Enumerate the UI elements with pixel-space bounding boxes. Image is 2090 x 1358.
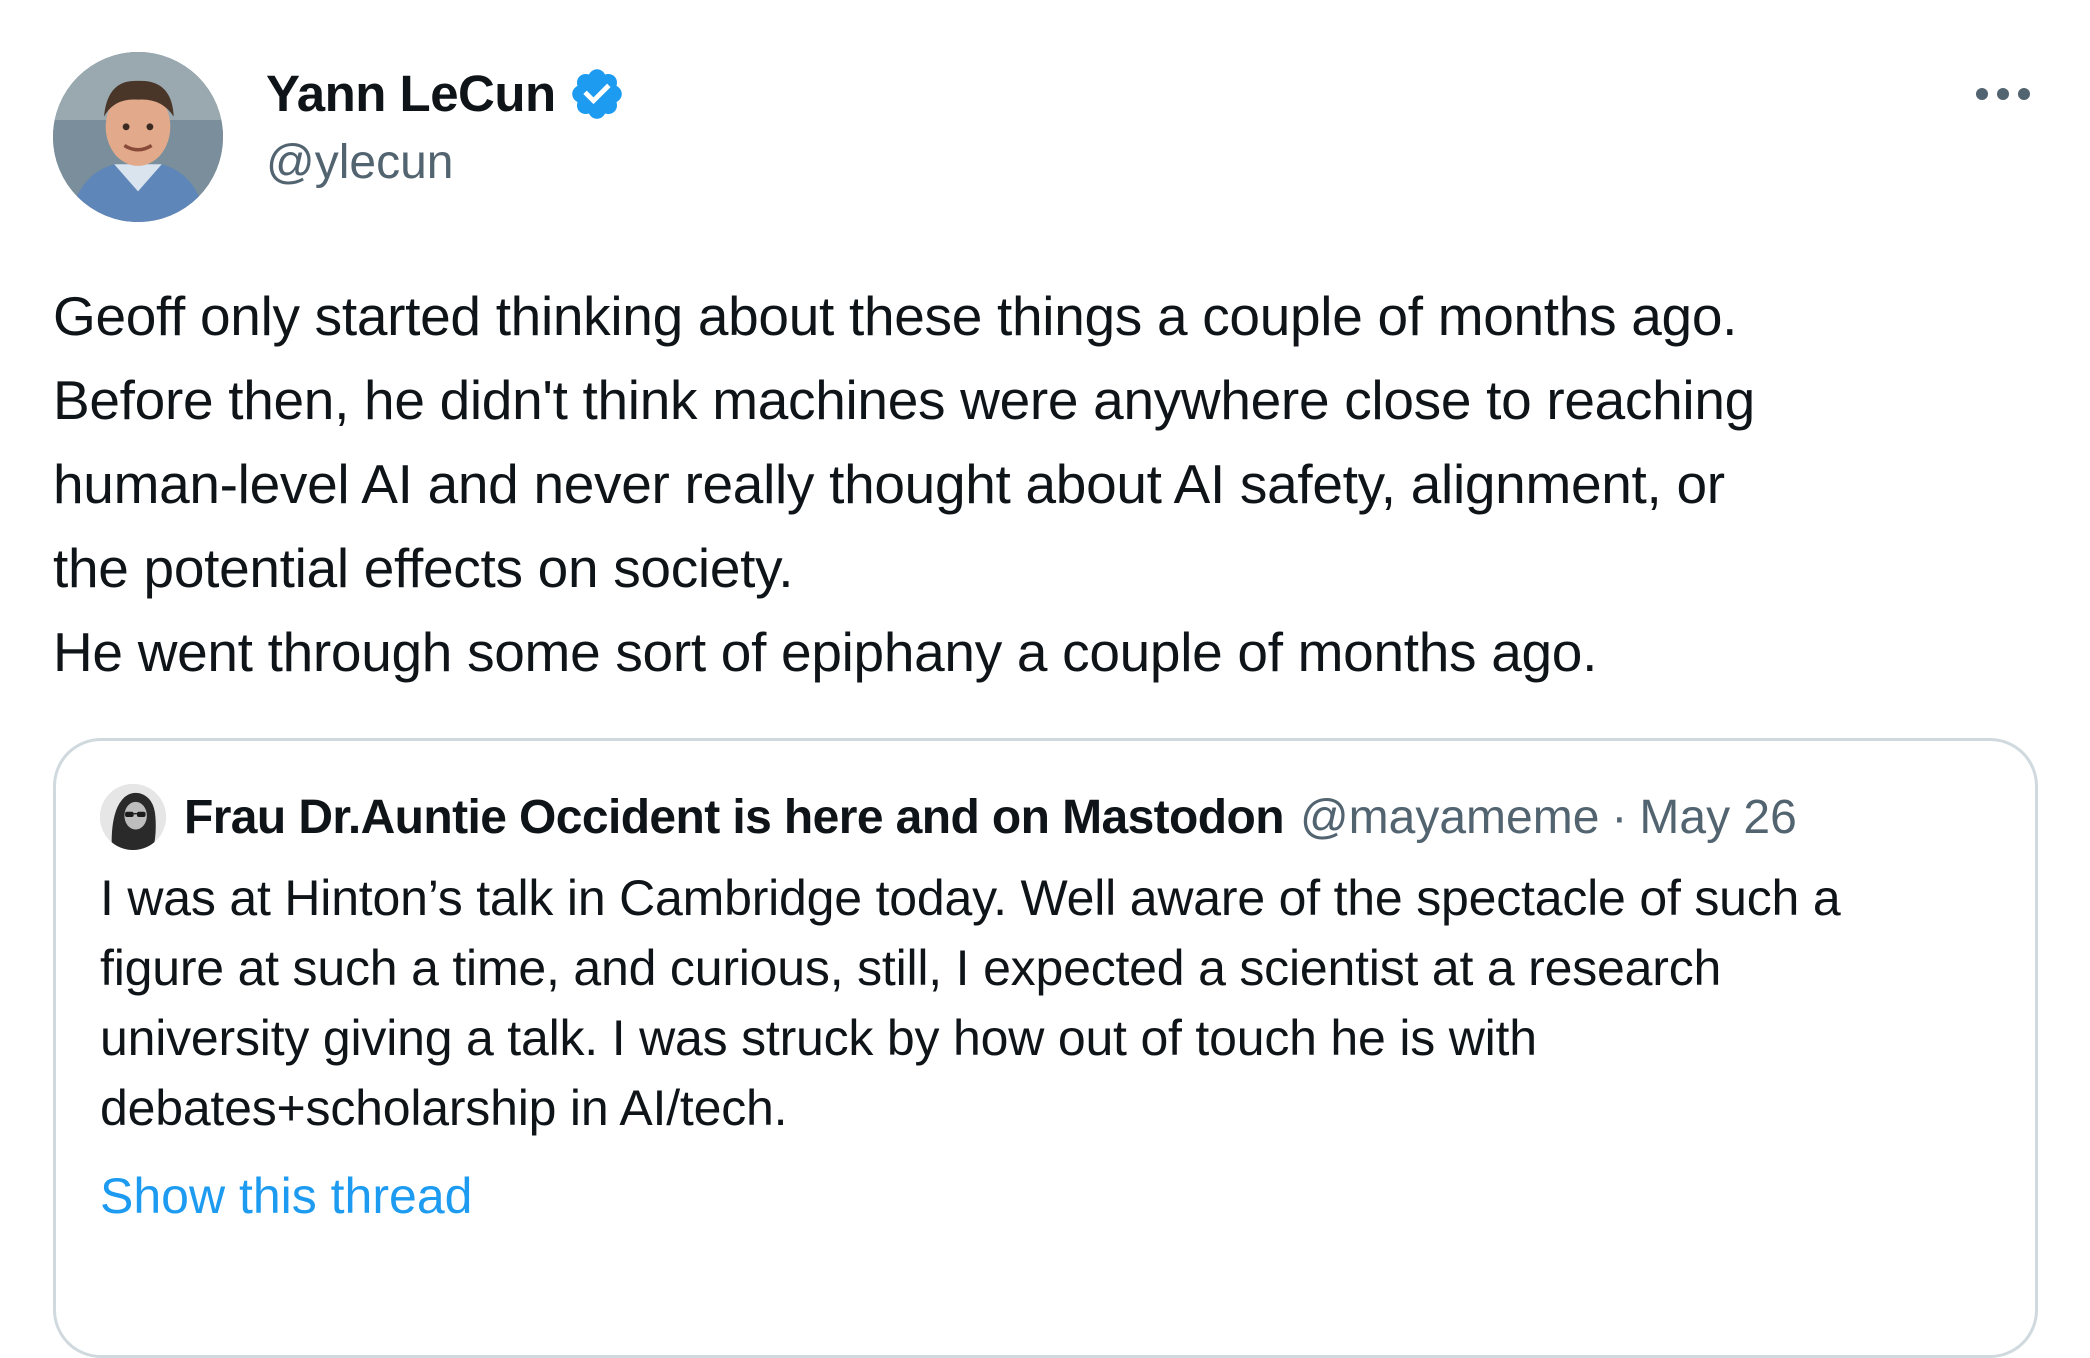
quoted-text-line: debates+scholarship in AI/tech. (100, 1080, 788, 1136)
quoted-tweet-header: Frau Dr.Auntie Occident is here and on M… (100, 781, 1797, 853)
quoted-text-line: figure at such a time, and curious, stil… (100, 940, 1722, 996)
more-options-icon (1976, 88, 2030, 100)
tweet-text: Geoff only started thinking about these … (53, 274, 2053, 694)
author-name-text: Yann LeCun (266, 65, 556, 122)
tweet: Yann LeCun @ylecun Geoff only started th… (0, 0, 2090, 1358)
show-thread-link[interactable]: Show this thread (100, 1161, 472, 1231)
author-avatar-image (53, 52, 223, 222)
quoted-tweet-card[interactable]: Frau Dr.Auntie Occident is here and on M… (53, 738, 2038, 1358)
quoted-tweet-date[interactable]: May 26 (1639, 790, 1796, 845)
quoted-author-name[interactable]: Frau Dr.Auntie Occident is here and on M… (184, 790, 1285, 845)
tweet-text-line: He went through some sort of epiphany a … (53, 621, 1598, 683)
header-separator: · (1611, 790, 1628, 844)
quoted-text-line: I was at Hinton’s talk in Cambridge toda… (100, 870, 1841, 926)
tweet-text-line: the potential effects on society. (53, 537, 794, 599)
quoted-author-avatar[interactable] (100, 784, 166, 850)
author-avatar[interactable] (53, 52, 223, 222)
verified-badge-icon (568, 65, 626, 123)
author-handle[interactable]: @ylecun (266, 128, 453, 198)
tweet-text-line: Before then, he didn't think machines we… (53, 369, 1755, 431)
tweet-text-line: Geoff only started thinking about these … (53, 285, 1738, 347)
quoted-author-handle[interactable]: @mayameme (1300, 790, 1599, 845)
quoted-tweet-text: I was at Hinton’s talk in Cambridge toda… (100, 863, 2020, 1143)
tweet-text-line: human-level AI and never really thought … (53, 453, 1725, 515)
author-name[interactable]: Yann LeCun (266, 58, 626, 130)
quoted-text-line: university giving a talk. I was struck b… (100, 1010, 1537, 1066)
more-options-button[interactable] (1968, 70, 2038, 118)
quoted-author-avatar-image (100, 784, 166, 850)
